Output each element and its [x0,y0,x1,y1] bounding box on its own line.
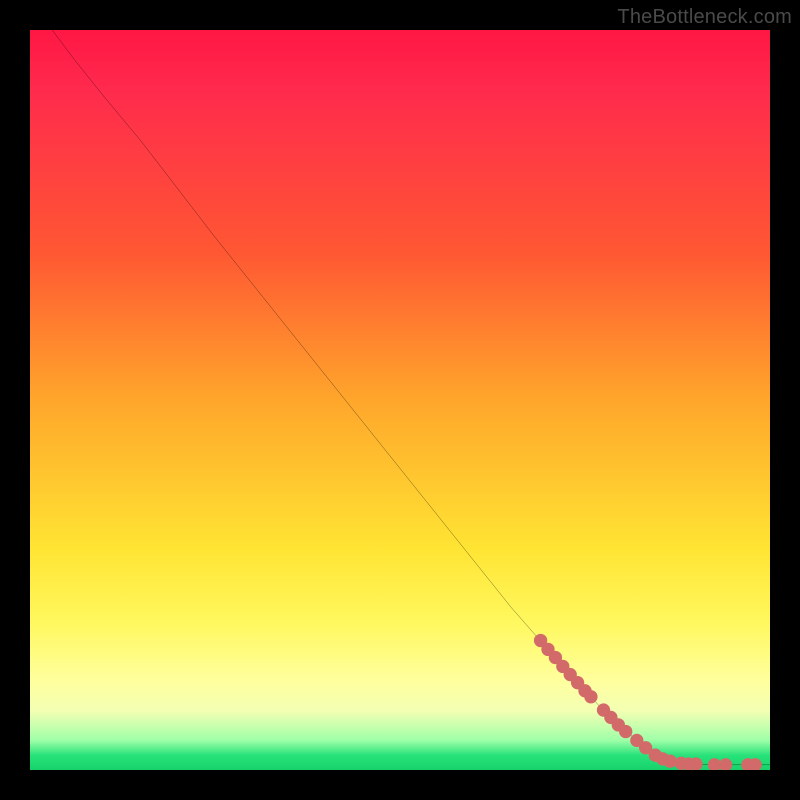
chart-frame: TheBottleneck.com [0,0,800,800]
plot-area [30,30,770,770]
data-marker [719,758,732,770]
data-marker [619,725,632,738]
main-curve [52,30,770,765]
data-marker [584,690,597,703]
marker-group [534,634,762,770]
watermark-text: TheBottleneck.com [617,6,792,29]
curve-layer [30,30,770,770]
data-marker [663,754,676,767]
